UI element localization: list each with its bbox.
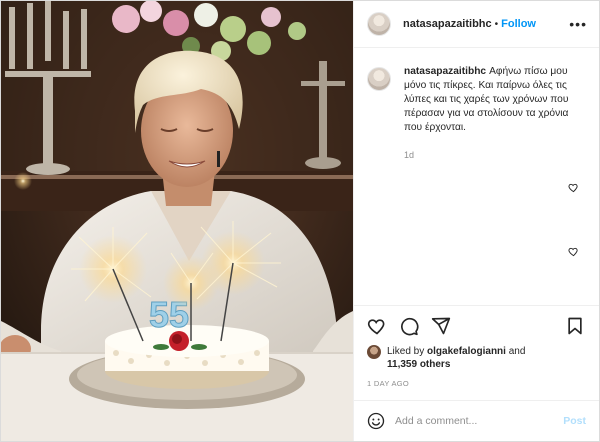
caption-body: natasapazaitibhc Αφήνω πίσω μου μόνο τις … [404,65,584,162]
heart-icon[interactable] [367,316,387,336]
caption-age: 1d [404,150,415,160]
action-bar [354,305,599,345]
bookmark-icon[interactable] [565,316,585,336]
liked-by-user-link[interactable]: olgakefalogianni [427,346,506,357]
caption-username[interactable]: natasapazaitibhc [404,66,486,77]
likes-text: Liked by olgakefalogianni and 11,359 oth… [387,345,525,371]
birthday-photo-illustration: 55 [1,1,353,441]
post-timestamp[interactable]: 1 DAY AGO [354,371,599,388]
post-photo[interactable]: 55 [1,1,353,441]
caption-avatar[interactable] [367,67,391,91]
others-count-link[interactable]: 11,359 others [387,359,450,370]
comment-like-heart-icon[interactable] [568,182,579,193]
share-icon[interactable] [431,316,451,336]
separator-dot: • [494,18,499,30]
emoji-icon[interactable] [367,412,385,430]
comment-input[interactable] [395,415,564,427]
more-options-icon[interactable]: ••• [569,17,587,31]
instagram-post-modal: 55 natasapazaitibhc • Follow ••• natasap… [0,0,600,442]
username-link[interactable]: natasapazaitibhc [403,18,492,30]
liked-by-and: and [508,346,526,357]
likes-summary: Liked by olgakefalogianni and 11,359 oth… [354,345,599,371]
avatar[interactable] [367,12,391,36]
caption: natasapazaitibhc Αφήνω πίσω μου μόνο τις … [367,65,585,162]
liked-by-prefix: Liked by [387,346,425,357]
comment-icon[interactable] [399,316,419,336]
comment-like-heart-icon[interactable] [568,246,579,257]
post-comment-button[interactable]: Post [563,415,586,427]
follow-button[interactable]: Follow [501,18,536,30]
add-comment-bar: Post [354,400,599,441]
post-side-panel: natasapazaitibhc • Follow ••• natasapaza… [353,1,599,441]
post-header: natasapazaitibhc • Follow ••• [354,1,599,48]
comments-area[interactable]: natasapazaitibhc Αφήνω πίσω μου μόνο τις … [354,48,599,305]
liker-avatar[interactable] [367,345,381,359]
